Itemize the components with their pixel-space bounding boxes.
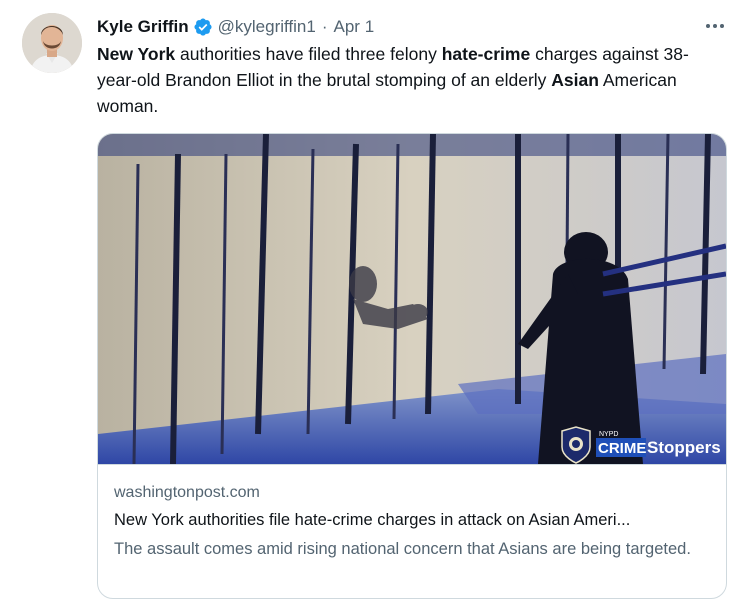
tweet-text: New York authorities have filed three fe… <box>97 41 722 119</box>
more-options-icon[interactable] <box>700 14 730 38</box>
link-card[interactable]: NYPD CRIME Stoppers washingtonpost.com N… <box>97 133 727 599</box>
tweet-text-bold-segment: New York <box>97 44 176 64</box>
tweet-text-bold-segment: hate-crime <box>441 44 531 64</box>
overlay-nypd-label: NYPD <box>599 431 618 438</box>
tweet-header: Kyle Griffin @kylegriffin1 · Apr 1 <box>97 15 374 39</box>
tweet-text-bold-segment: Asian <box>551 70 599 90</box>
overlay-stoppers-label: Stoppers <box>647 438 721 457</box>
author-avatar[interactable] <box>22 13 82 73</box>
overlay-crime-label: CRIME <box>598 440 646 457</box>
author-handle[interactable]: @kylegriffin1 <box>218 17 316 37</box>
avatar-photo <box>22 13 82 73</box>
tweet-text-segment: authorities have filed three felony <box>175 44 442 64</box>
verified-badge-icon <box>193 17 213 37</box>
card-title[interactable]: New York authorities file hate-crime cha… <box>114 511 714 530</box>
surveillance-video-still: NYPD CRIME Stoppers <box>98 134 726 464</box>
author-name[interactable]: Kyle Griffin <box>97 17 189 37</box>
card-description: The assault comes amid rising national c… <box>114 540 691 558</box>
tweet-date[interactable]: Apr 1 <box>334 17 375 37</box>
card-image: NYPD CRIME Stoppers <box>98 134 726 464</box>
header-separator: · <box>321 17 328 36</box>
card-divider <box>98 464 726 465</box>
card-domain: washingtonpost.com <box>114 484 260 501</box>
